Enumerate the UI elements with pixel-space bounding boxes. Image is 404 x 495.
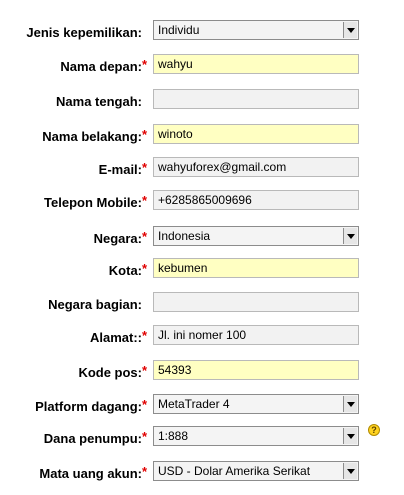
form-row: Negara bagian: xyxy=(0,287,404,321)
select-field[interactable]: USD - Dolar Amerika Serikat xyxy=(153,461,359,481)
chevron-down-icon[interactable] xyxy=(343,228,357,244)
field-value: Individu xyxy=(158,23,200,37)
text-input[interactable] xyxy=(153,89,359,109)
form-row: Telepon Mobile: * +6285865009696 xyxy=(0,185,404,219)
field-label: Kode pos: xyxy=(78,364,142,380)
form-row: Nama belakang: * winoto xyxy=(0,119,404,153)
form-row: Platform dagang: * MetaTrader 4 xyxy=(0,389,404,423)
field-label: Kota: xyxy=(108,262,142,278)
required-marker: * xyxy=(142,57,148,72)
required-marker: * xyxy=(142,328,148,343)
chevron-down-icon[interactable] xyxy=(343,428,357,444)
field-value: 1:888 xyxy=(158,429,189,443)
chevron-down-icon[interactable] xyxy=(343,22,357,38)
text-input[interactable]: kebumen xyxy=(153,258,359,278)
required-marker: * xyxy=(142,429,148,444)
field-label: Nama belakang: xyxy=(42,128,142,144)
field-label: Mata uang akun: xyxy=(39,465,142,481)
field-value: winoto xyxy=(158,127,193,141)
field-label: Nama depan: xyxy=(60,58,142,74)
required-marker: * xyxy=(142,397,148,412)
select-field[interactable]: MetaTrader 4 xyxy=(153,394,359,414)
select-field[interactable]: Indonesia xyxy=(153,226,359,246)
form-row: Mata uang akun: * USD - Dolar Amerika Seri… xyxy=(0,456,404,490)
required-marker: * xyxy=(142,160,148,175)
field-label: Nama tengah: xyxy=(56,93,142,109)
field-label: Alamat:: xyxy=(89,329,142,345)
field-label: Platform dagang: xyxy=(35,398,142,414)
select-field[interactable]: 1:888 xyxy=(153,426,359,446)
form-row: Nama depan: * wahyu xyxy=(0,49,404,83)
required-marker: * xyxy=(142,261,148,276)
chevron-down-icon[interactable] xyxy=(343,396,357,412)
select-field[interactable]: Individu xyxy=(153,20,359,40)
text-input[interactable]: +6285865009696 xyxy=(153,190,359,210)
text-input[interactable]: wahyu xyxy=(153,54,359,74)
field-label: Dana penumpu: xyxy=(43,430,142,446)
field-value: Jl. ini nomer 100 xyxy=(158,328,247,342)
required-marker: * xyxy=(142,193,148,208)
chevron-down-icon[interactable] xyxy=(343,463,357,479)
field-label: Telepon Mobile: xyxy=(44,194,142,210)
form-row: E-mail: * wahyuforex@gmail.com xyxy=(0,152,404,186)
field-label: E-mail: xyxy=(98,161,142,177)
required-marker: * xyxy=(142,363,148,378)
field-label: Jenis kepemilikan: xyxy=(26,24,142,40)
field-value: USD - Dolar Amerika Serikat xyxy=(158,464,311,478)
text-input[interactable] xyxy=(153,292,359,312)
field-value: 54393 xyxy=(158,363,192,377)
text-input[interactable]: winoto xyxy=(153,124,359,144)
required-marker: * xyxy=(142,464,148,479)
text-input[interactable]: 54393 xyxy=(153,360,359,380)
form-row: Jenis kepemilikan: Individu xyxy=(0,15,404,49)
form-row: Nama tengah: xyxy=(0,84,404,118)
text-input[interactable]: wahyuforex@gmail.com xyxy=(153,157,359,177)
form-row: Kode pos: * 54393 xyxy=(0,355,404,389)
form-row: Alamat:: * Jl. ini nomer 100 xyxy=(0,320,404,354)
required-marker: * xyxy=(142,229,148,244)
form-row: Dana penumpu: * 1:888? xyxy=(0,421,404,455)
form-row: Negara: * Indonesia xyxy=(0,221,404,255)
field-value: wahyu xyxy=(158,57,193,71)
text-input[interactable]: Jl. ini nomer 100 xyxy=(153,325,359,345)
field-label: Negara: xyxy=(93,230,142,246)
form-row: Kota: * kebumen xyxy=(0,253,404,287)
required-marker: * xyxy=(142,127,148,142)
field-value: wahyuforex@gmail.com xyxy=(158,160,287,174)
field-value: Indonesia xyxy=(158,229,211,243)
field-value: kebumen xyxy=(158,261,208,275)
field-value: +6285865009696 xyxy=(158,193,252,207)
field-value: MetaTrader 4 xyxy=(158,397,230,411)
help-icon[interactable]: ? xyxy=(368,424,380,436)
field-label: Negara bagian: xyxy=(48,296,142,312)
